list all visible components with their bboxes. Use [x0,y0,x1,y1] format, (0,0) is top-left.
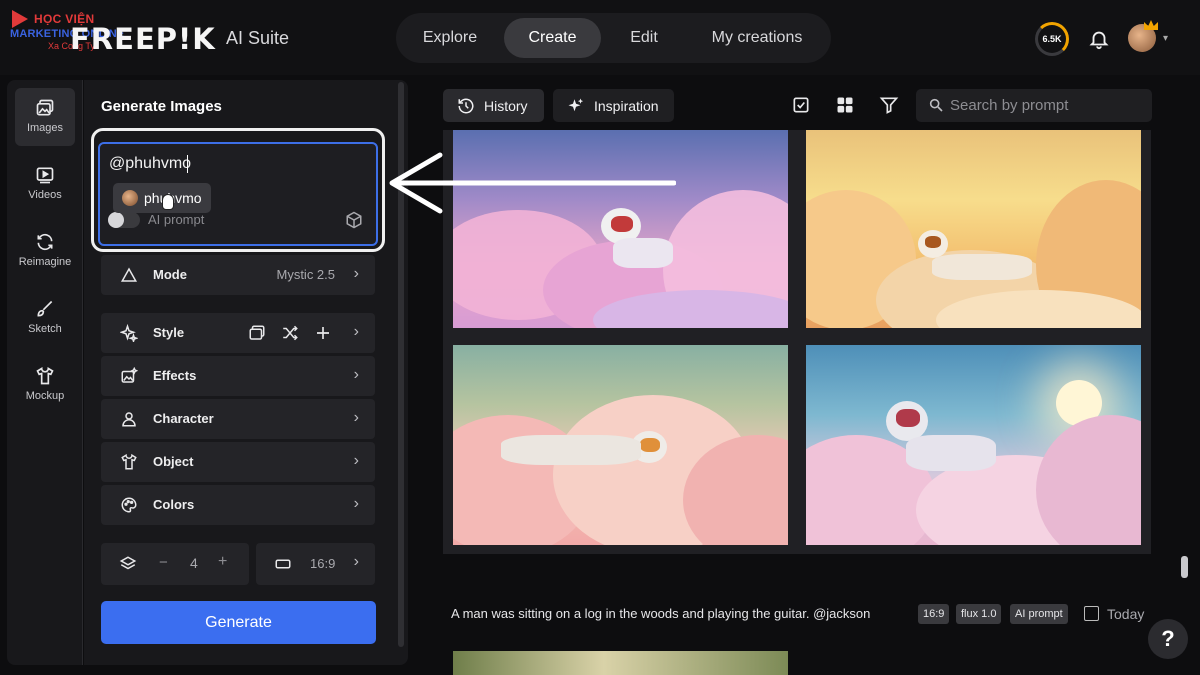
rail-item-videos[interactable]: Videos [15,155,75,213]
hand-cursor-icon [162,194,174,210]
images-icon [36,99,54,116]
effects-icon [121,367,138,383]
refresh-icon [37,233,53,251]
rail-label-reimagine: Reimagine [18,256,72,268]
select-checkbox-icon[interactable] [791,95,811,115]
tab-my-creations[interactable]: My creations [691,18,823,58]
colors-label: Colors [153,497,195,512]
triangle-icon [120,267,138,282]
gallery-scrollbar[interactable] [1181,556,1188,578]
rail-item-reimagine[interactable]: Reimagine [15,222,75,280]
ai-prompt-label: AI prompt [148,212,205,227]
style-selector[interactable]: Style › [101,313,375,353]
rail-item-mockup[interactable]: Mockup [15,356,75,414]
aspect-ratio-value: 16:9 [310,556,336,571]
search-icon [929,98,943,112]
chevron-right-icon: › [353,409,359,426]
layers-icon [119,556,137,570]
freepik-logo[interactable]: FREEP!K [70,22,216,56]
rail-label-images: Images [26,122,64,134]
inspiration-button[interactable]: Inspiration [553,89,674,122]
increment-button[interactable]: + [218,553,227,571]
colors-selector[interactable]: Colors › [101,485,375,525]
chevron-right-icon: › [353,323,359,340]
plus-icon[interactable] [314,324,332,342]
cube-icon[interactable] [345,211,363,229]
grid-view-icon[interactable] [835,95,855,115]
rail-item-sketch[interactable]: Sketch [15,289,75,347]
image-count-stepper: − 4 + [101,543,249,585]
effects-selector[interactable]: Effects › [101,356,375,396]
toggle-knob [108,212,124,228]
decrement-button[interactable]: − [159,554,168,571]
watermark-play-icon [12,10,28,28]
history-button[interactable]: History [443,89,544,122]
panel-title: Generate Images [101,98,222,115]
person-icon [122,412,136,427]
character-label: Character [153,411,214,426]
chevron-down-icon[interactable]: ▾ [1163,33,1168,44]
aspect-ratio-selector[interactable]: 16:9 › [256,543,375,585]
chevron-right-icon: › [353,553,359,570]
result-image-2[interactable] [806,130,1141,328]
tag-ai-prompt: AI prompt [1010,604,1068,624]
history-label: History [484,98,528,114]
tab-explore[interactable]: Explore [404,18,496,58]
mode-value: Mystic 2.5 [276,267,335,282]
sparkles-icon [568,98,584,112]
style-gallery-icon[interactable] [248,324,266,342]
result-image-3[interactable] [453,345,788,545]
credits-indicator[interactable]: 6.5K [1035,22,1069,56]
shuffle-icon[interactable] [281,324,299,342]
mention-avatar [122,190,138,206]
chevron-right-icon: › [353,366,359,383]
mode-selector[interactable]: Mode Mystic 2.5 › [101,255,375,295]
annotation-arrow-icon [389,152,676,214]
sparkle-star-icon [120,324,138,342]
tab-edit[interactable]: Edit [609,18,679,58]
rail-label-mockup: Mockup [25,390,65,402]
style-label: Style [153,325,185,340]
tab-create[interactable]: Create [504,18,601,58]
shirt-icon [36,367,54,385]
text-caret [187,155,188,173]
bell-icon[interactable] [1088,27,1110,51]
rail-label-sketch: Sketch [28,323,62,335]
tag-model: flux 1.0 [956,604,1002,624]
date-label: Today [1107,606,1145,622]
rail-item-images[interactable]: Images [15,88,75,146]
brush-icon [37,300,53,317]
tag-aspect-ratio: 16:9 [918,604,950,624]
result-prompt-caption: A man was sitting on a log in the woods … [451,606,871,621]
palette-icon [121,497,137,513]
chevron-right-icon: › [353,495,359,512]
object-selector[interactable]: Object › [101,442,375,482]
video-icon [36,167,54,184]
chevron-right-icon: › [353,452,359,469]
image-count-value: 4 [190,555,198,571]
generate-button[interactable]: Generate [101,601,376,644]
inspiration-label: Inspiration [594,98,659,114]
result-image-5[interactable] [453,651,788,675]
character-selector[interactable]: Character › [101,399,375,439]
aspect-ratio-icon [275,559,291,569]
object-label: Object [153,454,194,469]
prompt-text[interactable]: @phuhvmo [109,155,191,173]
rail-label-videos: Videos [28,189,62,201]
select-day-checkbox[interactable] [1084,606,1099,621]
chevron-right-icon: › [353,265,359,282]
main-nav: Explore Create Edit My creations [396,13,831,63]
help-button[interactable]: ? [1148,619,1188,659]
search-input[interactable] [950,95,1145,115]
filter-icon[interactable] [879,95,899,115]
shirt-icon [121,453,137,470]
tool-rail: Images Videos Reimagine Sketch Mockup [7,80,83,665]
ai-suite-label: AI Suite [226,28,290,48]
effects-label: Effects [153,368,197,383]
result-image-4[interactable] [806,345,1141,545]
history-icon [458,98,474,114]
mode-label: Mode [153,267,187,282]
